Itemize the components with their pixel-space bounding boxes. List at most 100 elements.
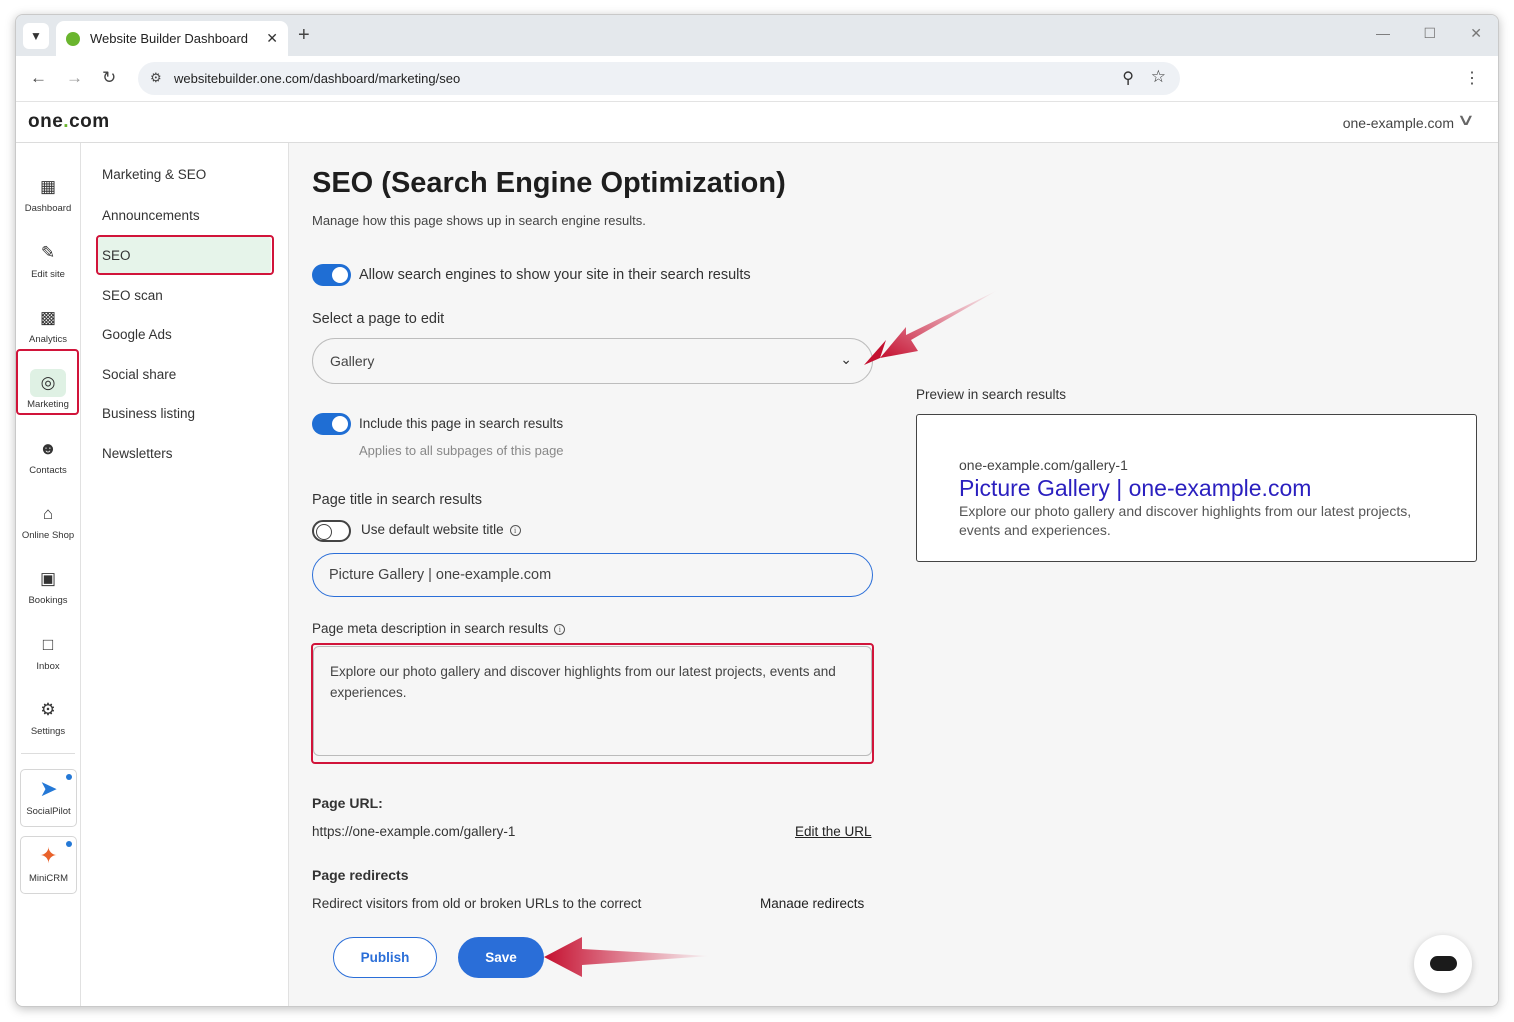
page-redirects-label: Page redirects	[312, 867, 409, 883]
page-title-input[interactable]: Picture Gallery | one-example.com	[312, 553, 873, 597]
info-icon[interactable]: i	[509, 525, 521, 536]
subnav-item-seo-scan[interactable]: SEO scan	[102, 288, 163, 303]
bookmark-star-icon[interactable]: ☆	[1151, 67, 1166, 87]
dashboard-icon: ▦	[39, 177, 57, 196]
include-page-hint: Applies to all subpages of this page	[359, 443, 564, 458]
address-bar[interactable]: ⚙ websitebuilder.one.com/dashboard/marke…	[138, 62, 1180, 95]
edit-site-icon: ✎	[40, 243, 56, 262]
subnav-item-google-ads[interactable]: Google Ads	[102, 327, 172, 342]
preview-label: Preview in search results	[916, 387, 1067, 402]
rail-item-label: Dashboard	[24, 203, 72, 214]
rail-item-settings[interactable]: ⚙ Settings	[16, 686, 80, 748]
rail-item-inbox[interactable]: □ Inbox	[16, 621, 80, 683]
seo-main-panel: SEO (Search Engine Optimization) Manage …	[289, 143, 1498, 911]
preview-description: Explore our photo gallery and discover h…	[959, 503, 1412, 538]
annotation-arrow-select	[864, 290, 998, 365]
app-tile-label: SocialPilot	[26, 806, 71, 817]
favicon-icon	[66, 31, 80, 46]
page-title-value[interactable]: Picture Gallery | one-example.com	[329, 567, 551, 583]
app-tile-socialpilot[interactable]: ➤ SocialPilot	[20, 769, 77, 827]
rail-item-label: Inbox	[36, 661, 60, 672]
site-settings-icon[interactable]: ⚙	[150, 70, 162, 86]
browser-window: ▼ Website Builder Dashboard ✕ + — ☐ ✕ ← …	[15, 14, 1499, 1007]
logo-one: one	[28, 111, 64, 132]
search-preview-card: one-example.com/gallery-1 Picture Galler…	[916, 414, 1477, 562]
chevron-down-icon[interactable]: ∨	[1457, 110, 1476, 130]
subnav-item-newsletters[interactable]: Newsletters	[102, 446, 173, 461]
close-window-icon[interactable]: ✕	[1470, 25, 1482, 42]
browser-tab[interactable]: Website Builder Dashboard ✕	[56, 21, 288, 56]
rail-item-label: Analytics	[28, 334, 67, 345]
notification-dot	[66, 774, 72, 780]
zoom-icon[interactable]: ⚲	[1122, 68, 1134, 88]
info-icon[interactable]: i	[554, 624, 566, 635]
rail-item-label: Contacts	[29, 465, 67, 476]
gear-icon: ⚙	[40, 700, 56, 719]
marketing-highlight	[16, 349, 79, 415]
notification-dot	[66, 841, 72, 847]
rail-item-contacts[interactable]: ☻ Contacts	[16, 425, 80, 487]
allow-search-engines-toggle[interactable]	[312, 264, 351, 286]
logo-com: com	[69, 111, 110, 132]
forward-icon[interactable]: →	[66, 68, 83, 88]
rail-item-dashboard[interactable]: ▦ Dashboard	[16, 163, 80, 225]
contacts-icon: ☻	[39, 439, 57, 458]
subnav-item-seo[interactable]: SEO	[102, 248, 131, 263]
page-title: SEO (Search Engine Optimization)	[312, 167, 786, 199]
default-title-toggle[interactable]	[312, 520, 351, 542]
domain-selector[interactable]: one-example.com	[1343, 115, 1454, 131]
edit-url-link[interactable]: Edit the URL	[795, 824, 872, 839]
address-bar-row: ← → ↻ ⚙ websitebuilder.one.com/dashboard…	[16, 56, 1498, 102]
back-icon[interactable]: ←	[30, 68, 47, 88]
chevron-down-icon: ▼	[30, 29, 42, 43]
url-text[interactable]: websitebuilder.one.com/dashboard/marketi…	[174, 71, 460, 86]
maximize-icon[interactable]: ☐	[1423, 25, 1436, 42]
tab-search-button[interactable]: ▼	[23, 23, 49, 49]
rail-item-label: Settings	[30, 726, 66, 737]
minimize-icon[interactable]: —	[1376, 25, 1390, 41]
page-subtitle: Manage how this page shows up in search …	[312, 213, 646, 228]
subnav-item-announcements[interactable]: Announcements	[102, 208, 200, 223]
app-tile-label: MiniCRM	[28, 873, 69, 884]
app-tile-minicrm[interactable]: ✦ MiniCRM	[20, 836, 77, 894]
subnav-heading: Marketing & SEO	[102, 167, 207, 182]
rail-item-label: Edit site	[31, 269, 65, 280]
meta-description-text: Page meta description in search results	[312, 621, 549, 636]
analytics-icon: ▩	[39, 308, 57, 327]
page-select[interactable]: Gallery ⌄	[312, 338, 873, 384]
rail-item-bookings[interactable]: ▣ Bookings	[16, 555, 80, 617]
include-page-label: Include this page in search results	[359, 416, 564, 431]
preview-url: one-example.com/gallery-1	[959, 457, 1128, 473]
action-bar: Publish Save	[289, 908, 1498, 1006]
preview-title: Picture Gallery | one-example.com	[959, 475, 1312, 501]
logo[interactable]: one.com	[28, 111, 110, 133]
page-title-label: Page title in search results	[312, 492, 483, 508]
shop-icon: ⌂	[42, 504, 54, 523]
rail-item-online-shop[interactable]: ⌂ Online Shop	[16, 490, 80, 552]
rail-item-edit-site[interactable]: ✎ Edit site	[16, 229, 80, 291]
meta-description-highlight	[311, 643, 874, 764]
subnav-item-social-share[interactable]: Social share	[102, 367, 176, 382]
inbox-icon: □	[42, 635, 54, 654]
chevron-down-icon: ⌄	[840, 351, 852, 367]
default-title-text: Use default website title	[361, 522, 504, 537]
default-title-label: Use default website title i	[361, 522, 521, 537]
browser-menu-icon[interactable]: ⋮	[1464, 68, 1480, 88]
rail-item-analytics[interactable]: ▩ Analytics	[16, 294, 80, 356]
chat-bubble-icon[interactable]	[1414, 935, 1472, 993]
meta-description-label: Page meta description in search results i	[312, 621, 566, 636]
save-button[interactable]: Save	[458, 937, 544, 978]
calendar-icon: ▣	[39, 569, 57, 588]
publish-button[interactable]: Publish	[333, 937, 437, 978]
new-tab-icon[interactable]: +	[298, 24, 310, 47]
reload-icon[interactable]: ↻	[102, 68, 116, 88]
tab-title: Website Builder Dashboard	[90, 31, 249, 46]
close-tab-icon[interactable]: ✕	[266, 30, 278, 47]
rail-item-label: Bookings	[28, 595, 68, 606]
subnav-item-business-listing[interactable]: Business listing	[102, 406, 195, 421]
rail-divider	[21, 753, 75, 754]
include-page-toggle[interactable]	[312, 413, 351, 435]
rail-item-label: Online Shop	[21, 530, 75, 541]
tab-strip: ▼ Website Builder Dashboard ✕ + — ☐ ✕	[16, 15, 1498, 56]
icon-rail: ▦ Dashboard ✎ Edit site ▩ Analytics ◎ Ma…	[16, 143, 81, 1006]
